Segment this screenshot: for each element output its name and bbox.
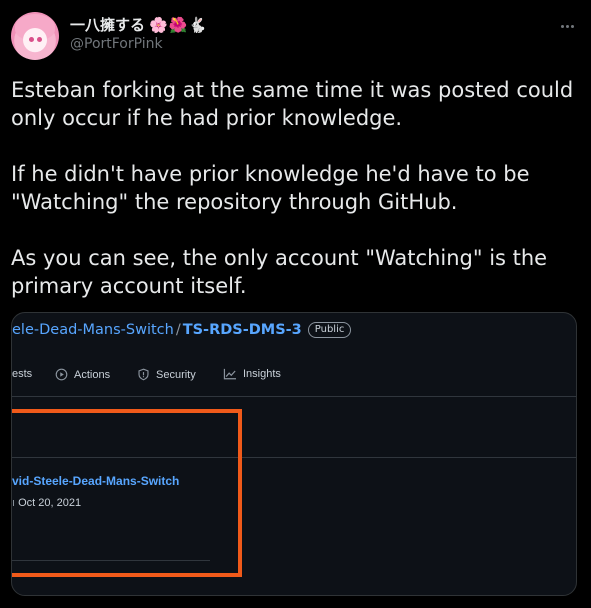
tweet-line: primary account itself. [11, 274, 247, 298]
tweet-line: Esteban forking at the same time it was … [11, 78, 574, 102]
attached-screenshot[interactable]: ele-Dead-Mans-Switch / TS-RDS-DMS-3 Public … [11, 312, 577, 596]
shield-icon [138, 368, 149, 381]
tab-label: Insights [243, 368, 281, 380]
tab-label: Security [156, 368, 196, 381]
more-options-icon[interactable] [555, 14, 579, 38]
repo-owner-link: ele-Dead-Mans-Switch [12, 322, 174, 338]
tweet-line: If he didn't have prior knowledge he'd h… [11, 162, 530, 186]
user-handle[interactable]: @PortForPink [70, 36, 163, 52]
tab-security: Security [137, 368, 196, 381]
repo-separator: / [175, 322, 181, 338]
repo-breadcrumb: ele-Dead-Mans-Switch / TS-RDS-DMS-3 Public [12, 322, 352, 338]
display-name-emoji: 🌸🌺🐇 [149, 16, 209, 34]
tweet-line: "Watching" the repository through GitHub… [11, 190, 458, 214]
tweet-line: As you can see, the only account "Watchi… [11, 246, 548, 270]
tab-actions: Actions [55, 368, 110, 381]
tweet-line: only occur if he had prior knowledge. [11, 106, 403, 130]
anime-avatar-icon[interactable] [11, 12, 59, 60]
tab-label: ests [12, 368, 33, 380]
repo-tabs: ests Actions Security Insights [12, 368, 576, 388]
display-name-text[interactable]: 一八擁する [70, 16, 145, 34]
play-circle-icon [55, 368, 68, 381]
tab-pull-requests: ests [12, 368, 32, 380]
display-name[interactable]: 一八擁する 🌸🌺🐇 [70, 14, 208, 35]
divider [12, 396, 576, 397]
tweet: 一八擁する 🌸🌺🐇 @PortForPink Esteban forking at… [0, 0, 591, 608]
highlight-box [12, 409, 242, 577]
tab-insights: Insights [223, 368, 281, 380]
graph-icon [223, 368, 236, 380]
tweet-text: Esteban forking at the same time it was … [11, 76, 581, 300]
repo-name-link: TS-RDS-DMS-3 [182, 322, 302, 338]
visibility-badge: Public [307, 322, 352, 338]
tab-label: Actions [74, 368, 111, 381]
